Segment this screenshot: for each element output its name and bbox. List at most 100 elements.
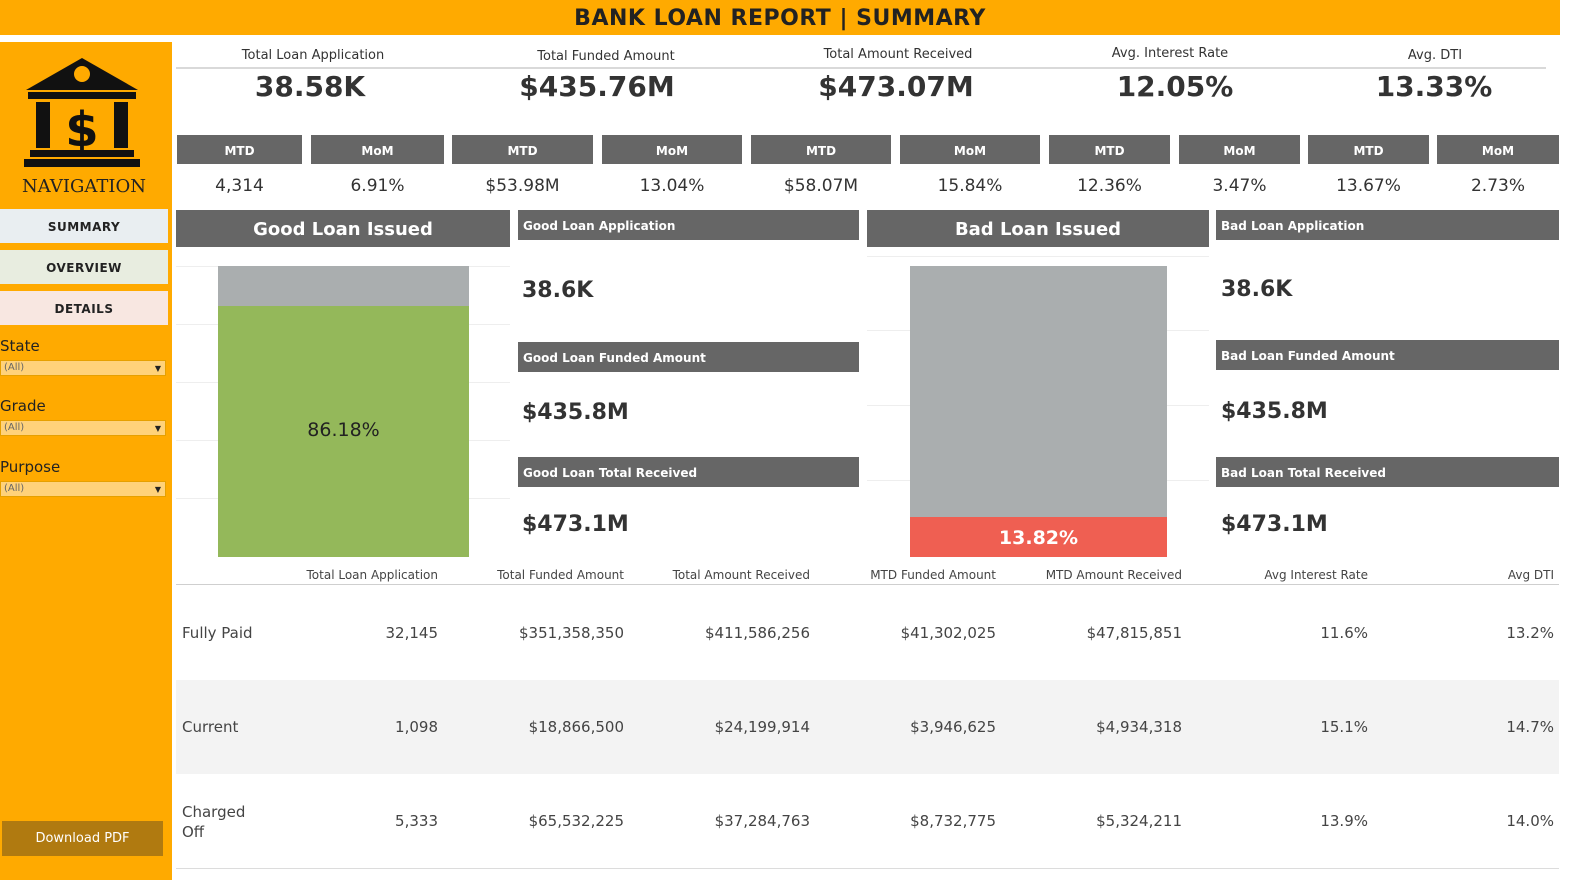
kpi-value: 38.58K bbox=[254, 70, 366, 103]
table-header: Total Amount Received bbox=[672, 568, 810, 582]
dropdown-arrow-icon: ▼ bbox=[154, 485, 161, 494]
page-title: BANK LOAN REPORT | SUMMARY bbox=[0, 0, 1560, 35]
gridline bbox=[867, 256, 1209, 257]
filter-state-label: State bbox=[0, 337, 40, 355]
svg-text:$: $ bbox=[65, 102, 98, 158]
bad-loan-received-header: Bad Loan Total Received bbox=[1216, 457, 1559, 487]
filter-purpose-select[interactable]: (All) ▼ bbox=[0, 481, 166, 497]
row-status-label: Current bbox=[182, 718, 239, 736]
filter-grade-label: Grade bbox=[0, 397, 46, 415]
kpi-label: Avg. DTI bbox=[1407, 48, 1463, 63]
table-cell: $4,934,318 bbox=[1096, 718, 1182, 736]
table-cell: $37,284,763 bbox=[714, 812, 810, 830]
table-header: Avg DTI bbox=[1507, 568, 1554, 582]
bad-loan-funded-header: Bad Loan Funded Amount bbox=[1216, 340, 1559, 370]
table-cell: 13.2% bbox=[1506, 624, 1554, 642]
table-cell: 14.7% bbox=[1506, 718, 1554, 736]
table-cell: 15.1% bbox=[1320, 718, 1368, 736]
mom-value: 13.04% bbox=[639, 176, 705, 196]
table-cell: $3,946,625 bbox=[910, 718, 996, 736]
filter-purpose-value: (All) bbox=[4, 483, 25, 494]
mom-value: 2.73% bbox=[1470, 176, 1525, 196]
table-cell: $18,866,500 bbox=[528, 718, 624, 736]
good-loan-application-header: Good Loan Application bbox=[518, 210, 859, 240]
mtd-header: MTD bbox=[452, 135, 593, 164]
table-cell: 1,098 bbox=[395, 718, 438, 736]
bad-loan-bar-fill: 13.82% bbox=[910, 517, 1167, 557]
table-divider bbox=[176, 584, 1559, 585]
kpi-divider bbox=[176, 67, 1546, 69]
mom-value: 6.91% bbox=[350, 176, 405, 196]
mom-header: MoM bbox=[1437, 135, 1559, 164]
navigation-label: NAVIGATION bbox=[22, 176, 146, 197]
table-bottom-rule bbox=[176, 868, 1559, 869]
kpi-label: Total Loan Application bbox=[241, 48, 385, 63]
filter-state-value: (All) bbox=[4, 362, 25, 373]
bad-loan-application-value: 38.6K bbox=[1221, 277, 1293, 302]
mtd-header: MTD bbox=[1049, 135, 1170, 164]
mom-header: MoM bbox=[900, 135, 1040, 164]
row-status-label: Off bbox=[182, 823, 205, 841]
kpi-label: Total Funded Amount bbox=[537, 49, 675, 64]
mtd-value: 4,314 bbox=[215, 176, 264, 196]
table-header: Total Funded Amount bbox=[497, 568, 624, 582]
table-cell: $351,358,350 bbox=[519, 624, 624, 642]
kpi-value: $435.76M bbox=[519, 70, 675, 103]
table-cell: $47,815,851 bbox=[1086, 624, 1182, 642]
kpi-value: 12.05% bbox=[1116, 70, 1234, 103]
mom-header: MoM bbox=[602, 135, 742, 164]
bad-loan-funded-value: $435.8M bbox=[1221, 399, 1328, 424]
download-pdf-button[interactable]: Download PDF bbox=[2, 821, 163, 856]
nav-details-button[interactable]: DETAILS bbox=[0, 291, 168, 325]
good-loan-funded-value: $435.8M bbox=[522, 400, 629, 425]
mtd-value: 12.36% bbox=[1077, 176, 1142, 196]
table-header: Avg Interest Rate bbox=[1264, 568, 1368, 582]
filter-grade-select[interactable]: (All) ▼ bbox=[0, 420, 166, 436]
bad-loan-received-value: $473.1M bbox=[1221, 512, 1328, 537]
mtd-value: $58.07M bbox=[783, 176, 859, 196]
filter-purpose-label: Purpose bbox=[0, 458, 61, 476]
good-loan-issued-header: Good Loan Issued bbox=[176, 210, 510, 247]
good-loan-bar-fill: 86.18% bbox=[218, 306, 469, 557]
table-header: MTD Funded Amount bbox=[870, 568, 996, 582]
filter-grade-value: (All) bbox=[4, 422, 25, 433]
good-loan-received-header: Good Loan Total Received bbox=[518, 457, 859, 487]
row-status-label: Charged bbox=[182, 803, 246, 821]
mtd-value: 13.67% bbox=[1336, 176, 1401, 196]
table-cell: 13.9% bbox=[1320, 812, 1368, 830]
filter-state-select[interactable]: (All) ▼ bbox=[0, 360, 166, 376]
table-cell: $65,532,225 bbox=[528, 812, 624, 830]
table-header: Total Loan Application bbox=[306, 568, 438, 582]
bank-dollar-icon: $ bbox=[24, 58, 140, 167]
kpi-value: $473.07M bbox=[818, 70, 974, 103]
table-cell: $8,732,775 bbox=[910, 812, 996, 830]
table-cell: $411,586,256 bbox=[705, 624, 810, 642]
table-cell: 14.0% bbox=[1506, 812, 1554, 830]
table-cell: $41,302,025 bbox=[900, 624, 996, 642]
dropdown-arrow-icon: ▼ bbox=[154, 364, 161, 373]
mtd-header: MTD bbox=[751, 135, 891, 164]
table-cell: 11.6% bbox=[1320, 624, 1368, 642]
mom-value: 15.84% bbox=[937, 176, 1003, 196]
mom-value: 3.47% bbox=[1212, 176, 1267, 196]
bad-loan-bar-total bbox=[910, 266, 1167, 557]
good-loan-funded-header: Good Loan Funded Amount bbox=[518, 342, 859, 372]
table-cell: 32,145 bbox=[385, 624, 439, 642]
nav-overview-button[interactable]: OVERVIEW bbox=[0, 250, 168, 284]
table-cell: $24,199,914 bbox=[714, 718, 810, 736]
dropdown-arrow-icon: ▼ bbox=[154, 424, 161, 433]
kpi-value: 13.33% bbox=[1375, 70, 1493, 103]
row-status-label: Fully Paid bbox=[182, 624, 253, 642]
nav-summary-button[interactable]: SUMMARY bbox=[0, 209, 168, 243]
kpi-label: Total Amount Received bbox=[823, 47, 973, 62]
table-cell: 5,333 bbox=[395, 812, 438, 830]
bad-loan-percent: 13.82% bbox=[998, 527, 1079, 550]
bad-loan-application-header: Bad Loan Application bbox=[1216, 210, 1559, 240]
mtd-header: MTD bbox=[1308, 135, 1429, 164]
kpi-label: Avg. Interest Rate bbox=[1111, 46, 1229, 61]
good-loan-percent: 86.18% bbox=[307, 418, 380, 441]
table-cell: $5,324,211 bbox=[1096, 812, 1182, 830]
bad-loan-issued-header: Bad Loan Issued bbox=[867, 210, 1209, 247]
mom-header: MoM bbox=[1179, 135, 1300, 164]
mtd-header: MTD bbox=[177, 135, 302, 164]
